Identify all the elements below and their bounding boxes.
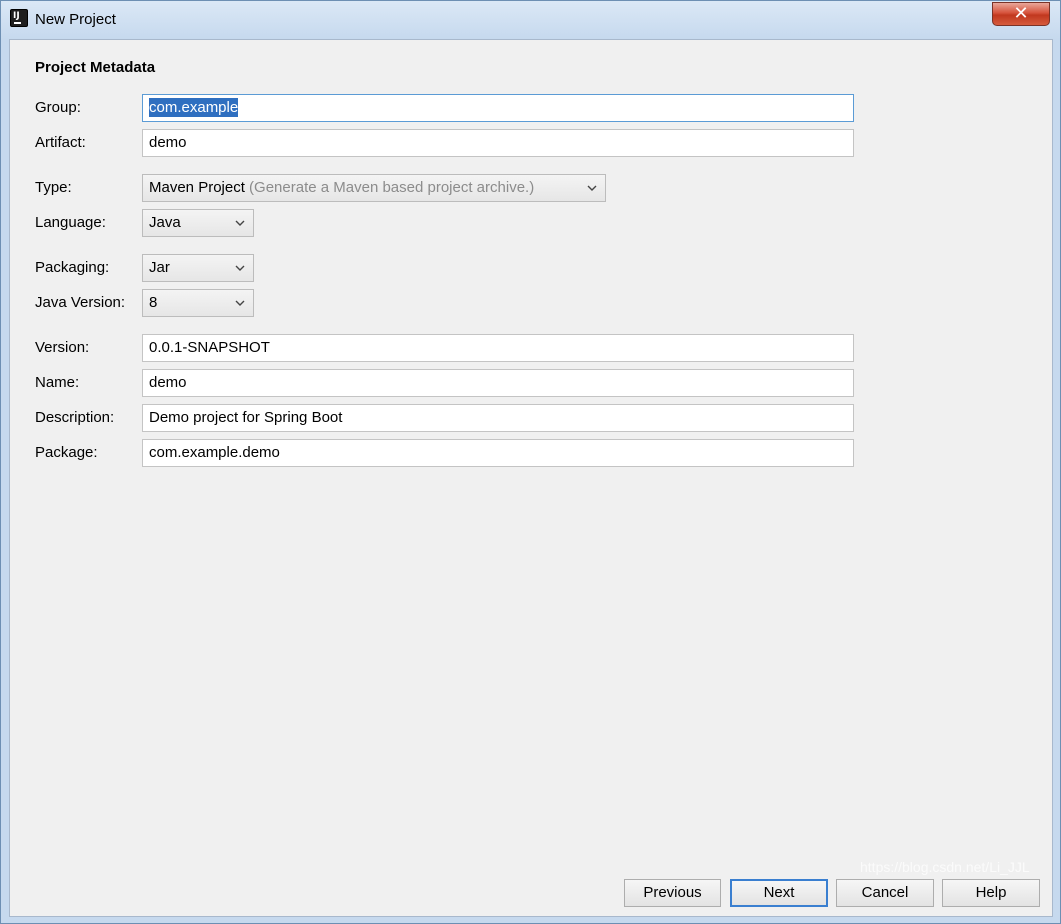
chevron-down-icon <box>587 185 597 191</box>
close-button[interactable]: ✕ <box>992 2 1050 26</box>
name-field[interactable]: demo <box>142 369 854 397</box>
section-title: Project Metadata <box>35 59 156 76</box>
java-version-label: Java Version: <box>35 294 126 311</box>
type-value: Maven Project <box>149 179 245 196</box>
description-field[interactable]: Demo project for Spring Boot <box>142 404 854 432</box>
package-field[interactable]: com.example.demo <box>142 439 854 467</box>
java-version-value: 8 <box>149 294 158 311</box>
group-field[interactable]: com.example <box>142 94 854 122</box>
language-dropdown[interactable]: Java <box>142 209 254 237</box>
title-bar[interactable]: IJ New Project ✕ <box>1 1 1060 39</box>
description-label: Description: <box>35 409 115 426</box>
cancel-button[interactable]: Cancel <box>836 879 934 907</box>
version-label: Version: <box>35 339 90 356</box>
new-project-dialog: IJ New Project ✕ Project Metadata Group:… <box>0 0 1061 924</box>
dialog-content: Project Metadata Group: com.example Arti… <box>9 39 1053 917</box>
group-label: Group: <box>35 99 81 116</box>
language-label: Language: <box>35 214 106 231</box>
next-button[interactable]: Next <box>730 879 828 907</box>
chevron-down-icon <box>235 220 245 226</box>
packaging-value: Jar <box>149 259 170 276</box>
window-title: New Project <box>35 11 116 28</box>
intellij-idea-icon: IJ <box>10 9 28 27</box>
chevron-down-icon <box>235 265 245 271</box>
artifact-field[interactable]: demo <box>142 129 854 157</box>
language-value: Java <box>149 214 181 231</box>
help-button[interactable]: Help <box>942 879 1040 907</box>
type-label: Type: <box>35 179 72 196</box>
java-version-dropdown[interactable]: 8 <box>142 289 254 317</box>
packaging-dropdown[interactable]: Jar <box>142 254 254 282</box>
name-label: Name: <box>35 374 80 391</box>
chevron-down-icon <box>235 300 245 306</box>
artifact-label: Artifact: <box>35 134 86 151</box>
type-dropdown[interactable]: Maven Project (Generate a Maven based pr… <box>142 174 606 202</box>
type-hint: (Generate a Maven based project archive.… <box>249 179 535 196</box>
package-label: Package: <box>35 444 98 461</box>
version-field[interactable]: 0.0.1-SNAPSHOT <box>142 334 854 362</box>
packaging-label: Packaging: <box>35 259 110 276</box>
previous-button[interactable]: Previous <box>624 879 721 907</box>
watermark: https://blog.csdn.net/Li_JJL <box>860 859 1030 875</box>
group-value: com.example <box>149 98 239 117</box>
